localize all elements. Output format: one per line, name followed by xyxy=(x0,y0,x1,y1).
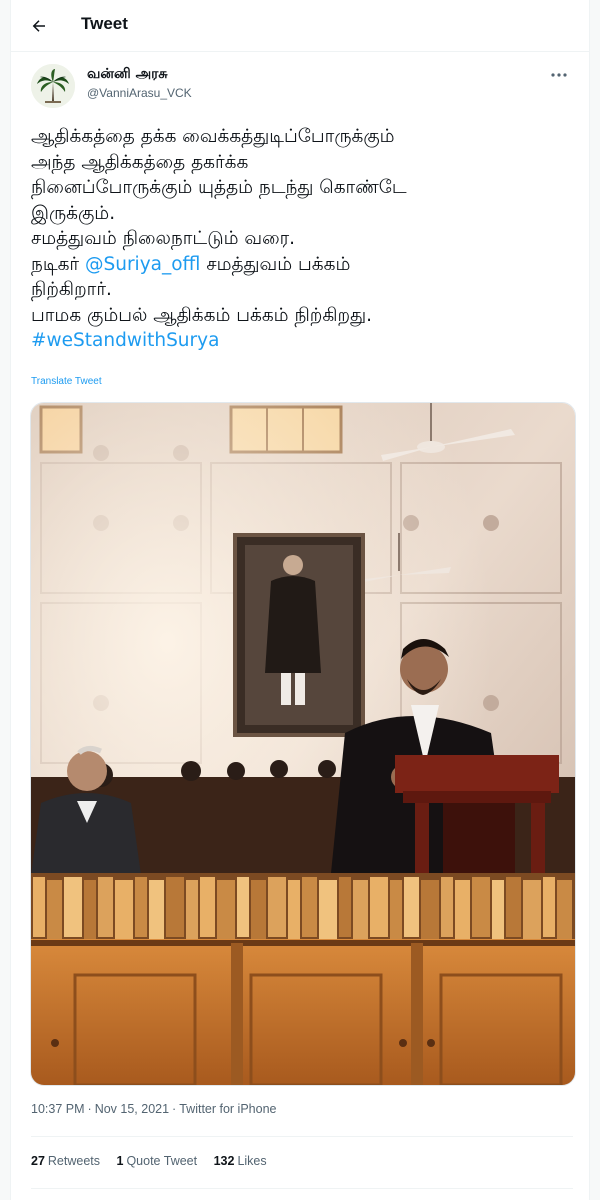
quote-tweets-count: 1 xyxy=(116,1154,124,1168)
book-spine xyxy=(421,880,439,940)
book-spine xyxy=(217,880,235,940)
book-spine xyxy=(288,880,300,940)
book-spine xyxy=(339,877,351,937)
tweet-line: இருக்கும். xyxy=(31,202,116,224)
page-title: Tweet xyxy=(81,14,128,33)
book-spine xyxy=(47,880,62,940)
book-spine xyxy=(557,880,572,940)
divider xyxy=(31,1188,573,1189)
tweet-meta: 10:37 PM · Nov 15, 2021 · Twitter for iPhone xyxy=(31,1102,276,1116)
arrow-left-icon xyxy=(32,20,45,32)
book-spine xyxy=(251,880,266,940)
top-bar: Tweet xyxy=(11,0,589,52)
more-options-button[interactable] xyxy=(547,66,571,84)
likes-stat[interactable]: 132 Likes xyxy=(214,1154,267,1168)
back-button[interactable] xyxy=(25,12,53,40)
book-spine xyxy=(237,877,249,937)
tweet-line-with-mention: நடிகர் @Suriya_offl சமத்துவம் பக்கம் xyxy=(31,252,571,278)
tweet-line: நினைப்போருக்கும் யுத்தம் நடந்து கொண்டே xyxy=(31,177,407,198)
translate-tweet-link[interactable]: Translate Tweet xyxy=(31,376,102,387)
meta-separator: · xyxy=(172,1102,177,1116)
book-spine xyxy=(200,877,215,937)
book-spine xyxy=(370,877,388,937)
tweet-photo[interactable] xyxy=(30,402,576,1086)
palm-tree-avatar-icon xyxy=(31,64,75,108)
book-spine xyxy=(115,880,133,940)
book-spine xyxy=(98,877,113,937)
quote-tweets-label: Quote Tweet xyxy=(126,1154,198,1168)
book-spine xyxy=(84,880,96,940)
book-spine xyxy=(319,880,337,940)
tweet-line: பாமக கும்பல் ஆதிக்கம் பக்கம் நிற்கிறது. xyxy=(31,304,373,326)
divider xyxy=(31,1136,573,1137)
book-spine xyxy=(404,877,419,937)
book-spine xyxy=(455,880,470,940)
more-dots-icon xyxy=(551,73,567,77)
likes-label: Likes xyxy=(237,1154,267,1168)
tweet-line: ஆதிக்கத்தை தக்க வைக்கத்துடிப்போருக்கும் xyxy=(31,126,395,147)
book-spine xyxy=(302,877,317,937)
tweet-stats: 27 Retweets 1 Quote Tweet 132 Likes xyxy=(31,1154,280,1168)
retweets-stat[interactable]: 27 Retweets xyxy=(31,1154,100,1168)
book-spine xyxy=(268,877,286,937)
tweet-text-fragment: சமத்துவம் பக்கம் xyxy=(200,253,351,275)
author-handle[interactable]: @VanniArasu_VCK xyxy=(87,86,192,100)
tweet-source[interactable]: Twitter for iPhone xyxy=(179,1102,276,1116)
book-spine xyxy=(472,877,490,937)
quote-tweets-stat[interactable]: 1 Quote Tweet xyxy=(117,1154,198,1168)
tweet-date[interactable]: Nov 15, 2021 xyxy=(95,1102,169,1116)
tweet-text: ஆதிக்கத்தை தக்க வைக்கத்துடிப்போருக்கும் … xyxy=(31,124,571,354)
book-spine xyxy=(33,877,45,937)
book-spine xyxy=(390,880,402,940)
retweets-label: Retweets xyxy=(47,1154,101,1168)
book-spine xyxy=(353,880,368,940)
book-spine xyxy=(135,877,147,937)
book-spine xyxy=(64,877,82,937)
tweet-line: அந்த ஆதிக்கத்தை தகர்க்க xyxy=(31,151,249,173)
tweet-text-fragment: நடிகர் xyxy=(31,253,85,275)
tweet-line: நிற்கிறார். xyxy=(31,279,112,300)
book-spine xyxy=(523,880,541,940)
meta-separator: · xyxy=(87,1102,92,1116)
book-spine xyxy=(543,877,555,937)
hashtag-link[interactable]: #weStandwithSurya xyxy=(31,328,571,354)
mention-link[interactable]: @Suriya_offl xyxy=(85,254,200,275)
tweet-card: Tweet வன்னி அரசு @VanniArasu_VCK ஆதிக்கத… xyxy=(10,0,590,1200)
book-spine xyxy=(149,880,164,940)
author-display-name[interactable]: வன்னி அரசு xyxy=(87,66,168,84)
book-spine xyxy=(166,877,184,937)
avatar[interactable] xyxy=(31,64,75,108)
book-spine xyxy=(186,880,198,940)
tweet-time[interactable]: 10:37 PM xyxy=(31,1102,85,1116)
book-spine xyxy=(492,880,504,940)
courtroom-photo xyxy=(31,403,575,1085)
book-spine xyxy=(506,877,521,937)
tweet-line: சமத்துவம் நிலைநாட்டும் வரை. xyxy=(31,228,296,249)
retweets-count: 27 xyxy=(31,1154,45,1168)
likes-count: 132 xyxy=(213,1154,235,1168)
book-spine xyxy=(441,877,453,937)
